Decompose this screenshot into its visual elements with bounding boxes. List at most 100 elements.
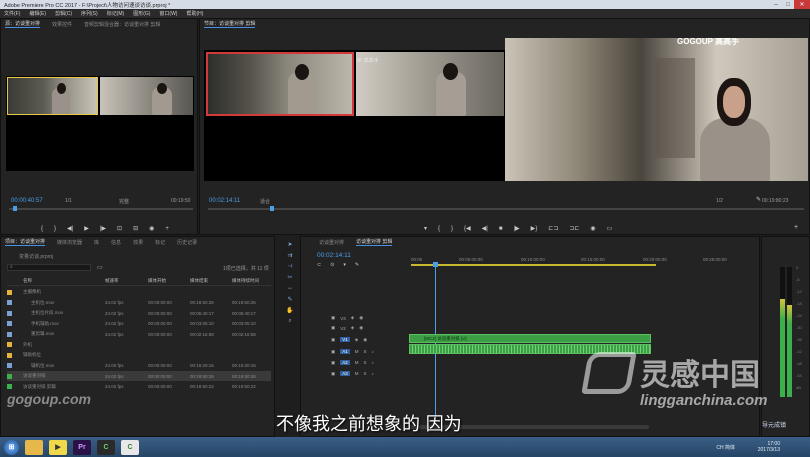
premiere-icon[interactable]: Pr [73, 439, 91, 455]
razor-icon[interactable]: ✂ [286, 273, 294, 281]
program-fraction[interactable]: 1/2 [716, 198, 723, 204]
solo-icon[interactable]: S [364, 360, 367, 365]
step-forward-icon[interactable]: |▶ [513, 225, 519, 232]
tab-history[interactable]: 历史记录 [177, 239, 197, 246]
pen-icon[interactable]: ✎ [286, 295, 294, 303]
source-full[interactable]: 完整 [119, 198, 129, 205]
app-icon-2[interactable]: C [121, 439, 139, 455]
lock-icon[interactable]: ▣ [331, 349, 335, 355]
mark-in-icon[interactable]: { [438, 226, 440, 232]
new-bin-icon[interactable]: ▭ [97, 264, 103, 271]
tab-markers[interactable]: 标记 [155, 239, 165, 246]
eye-icon[interactable]: ◉ [359, 325, 363, 331]
menu-clip[interactable]: 剪辑(C) [55, 10, 72, 17]
lock-icon[interactable]: ▣ [331, 360, 335, 366]
folder-icon[interactable] [25, 439, 43, 455]
track-a1[interactable]: ▣ A1 M S ♪ [315, 346, 405, 357]
tab-sequence-1[interactable]: 访谈重对排 [319, 239, 344, 246]
list-item[interactable]: 访谈重对排 剪辑 24.02 fps 00:00:00:00 00:19:50:22 0… [7, 382, 271, 392]
col-fps[interactable]: 帧速率 [105, 278, 119, 284]
tab-source[interactable]: 源：访谈重对排 [5, 20, 41, 28]
col-duration[interactable]: 媒体持续时间 [232, 278, 259, 284]
app-icon[interactable]: C [97, 439, 115, 455]
tab-program[interactable]: 节目：访谈重对排 剪辑 [204, 20, 256, 28]
selection-tool-icon[interactable]: ➤ [286, 240, 294, 248]
playhead-handle[interactable] [433, 262, 438, 267]
sync-icon[interactable]: ◈ [351, 325, 354, 331]
lock-icon[interactable]: ▣ [331, 315, 335, 321]
mute-icon[interactable]: M [355, 360, 359, 365]
eye-icon[interactable]: ◉ [359, 315, 363, 321]
export-frame-icon[interactable]: ◉ [590, 225, 595, 232]
solo-icon[interactable]: S [364, 371, 367, 376]
video-clip[interactable]: [MC2] 访谈重对排 [V] [409, 334, 651, 343]
eye-icon[interactable]: ◉ [363, 337, 367, 343]
search-input[interactable]: ⌕ [7, 264, 91, 271]
source-fraction[interactable]: 1/1 [65, 198, 72, 204]
list-item[interactable]: 辅助机位 [7, 350, 271, 360]
maximize-icon[interactable]: □ [782, 0, 794, 9]
go-in-icon[interactable]: {◀ [464, 225, 471, 232]
track-select-icon[interactable]: ⇉ [286, 251, 294, 259]
list-item[interactable]: 主机位片段.mov 24.02 fps 00:00:00:00 00:05:40:17… [7, 308, 271, 318]
mute-icon[interactable]: M [355, 349, 359, 354]
lock-icon[interactable]: ▣ [331, 371, 335, 377]
add-button-icon[interactable]: + [794, 224, 798, 231]
extract-icon[interactable]: ⊐⊏ [569, 225, 579, 232]
track-v3[interactable]: ▣ V3 ◈ ◉ [315, 313, 405, 323]
solo-icon[interactable]: S [364, 349, 367, 354]
clock-date[interactable]: 2017/3/13 [758, 447, 780, 453]
add-marker-icon[interactable]: ▾ [343, 262, 346, 268]
program-angle-2[interactable]: GOGOUP 高高手 [356, 52, 504, 116]
list-item[interactable]: 外机 [7, 340, 271, 350]
close-icon[interactable]: ✕ [794, 0, 810, 9]
start-icon[interactable]: ⊞ [4, 439, 19, 455]
tab-effects[interactable]: 效果 [133, 239, 143, 246]
marker-icon[interactable]: ▾ [424, 225, 427, 232]
list-item[interactable]: 重剪辑.mov 24.02 fps 00:00:00:00 00:02:16:58 00… [7, 329, 271, 339]
lift-icon[interactable]: ⊏⊐ [548, 225, 558, 232]
step-back-icon[interactable]: ◀| [482, 225, 488, 232]
list-item[interactable]: 主摄像机 [7, 287, 271, 297]
tab-audio-mixer[interactable]: 音频剪辑混合器：访谈重对排 剪辑 [84, 21, 160, 28]
lock-icon[interactable]: ▣ [331, 337, 335, 343]
sync-icon[interactable]: ◈ [351, 315, 354, 321]
col-start[interactable]: 媒体开始 [148, 278, 166, 284]
tab-info[interactable]: 信息 [111, 239, 121, 246]
menu-file[interactable]: 文件(F) [4, 10, 20, 17]
list-item[interactable]: 访谈重对排 24.02 fps 00:00:00:00 00:19:50:26 00:1… [7, 371, 271, 381]
comparison-icon[interactable]: ▭ [607, 225, 613, 232]
mark-in-icon[interactable]: { [41, 226, 43, 232]
minimize-icon[interactable]: – [770, 0, 782, 9]
tab-effect-controls[interactable]: 效果控件 [52, 21, 72, 28]
add-button-icon[interactable]: + [165, 226, 169, 232]
settings-icon[interactable]: ✎ [355, 262, 359, 268]
tab-project[interactable]: 项目：访谈重对排 [5, 238, 46, 246]
mic-icon[interactable]: ♪ [372, 371, 374, 376]
tab-media-browser[interactable]: 媒体浏览器 [57, 239, 82, 246]
menu-marker[interactable]: 标记(M) [107, 10, 125, 17]
program-viewer[interactable]: GOGOUP 高高手 GOGOUP 高高手 [204, 38, 808, 181]
mute-icon[interactable]: M [355, 371, 359, 376]
stop-icon[interactable]: ■ [499, 226, 503, 232]
lock-icon[interactable]: ▣ [331, 325, 335, 331]
program-playhead[interactable] [270, 206, 274, 211]
mark-out-icon[interactable]: } [451, 226, 453, 232]
slip-icon[interactable]: ↔ [286, 284, 294, 292]
time-ruler[interactable]: 00:00 00:05:00:00 00:10:00:00 00:15:00:0… [409, 255, 759, 267]
menu-help[interactable]: 帮助(H) [186, 10, 203, 17]
list-item[interactable]: 手机辅助.mov 24.02 fps 00:00:00:00 00:03:05:10 0… [7, 319, 271, 329]
source-viewer[interactable] [6, 76, 194, 171]
track-a2[interactable]: ▣ A2 M S ♪ [315, 357, 405, 368]
program-fit[interactable]: 适合 [260, 198, 270, 205]
input-language[interactable]: CH 简体 [716, 444, 735, 451]
linked-icon[interactable]: ⊙ [330, 262, 334, 268]
program-timecode[interactable]: 00:02:14:11 [209, 198, 240, 204]
menu-graphics[interactable]: 图形(G) [133, 10, 150, 17]
track-v2[interactable]: ▣ V2 ◈ ◉ [315, 323, 405, 333]
menu-edit[interactable]: 编辑(E) [29, 10, 46, 17]
media-player-icon[interactable]: ▶ [49, 439, 67, 455]
snap-icon[interactable]: ⊂ [317, 262, 321, 268]
timeline-timecode[interactable]: 00:02:14:11 [317, 252, 351, 259]
track-v1[interactable]: ▣ V1 ◈ ◉ [315, 333, 405, 346]
